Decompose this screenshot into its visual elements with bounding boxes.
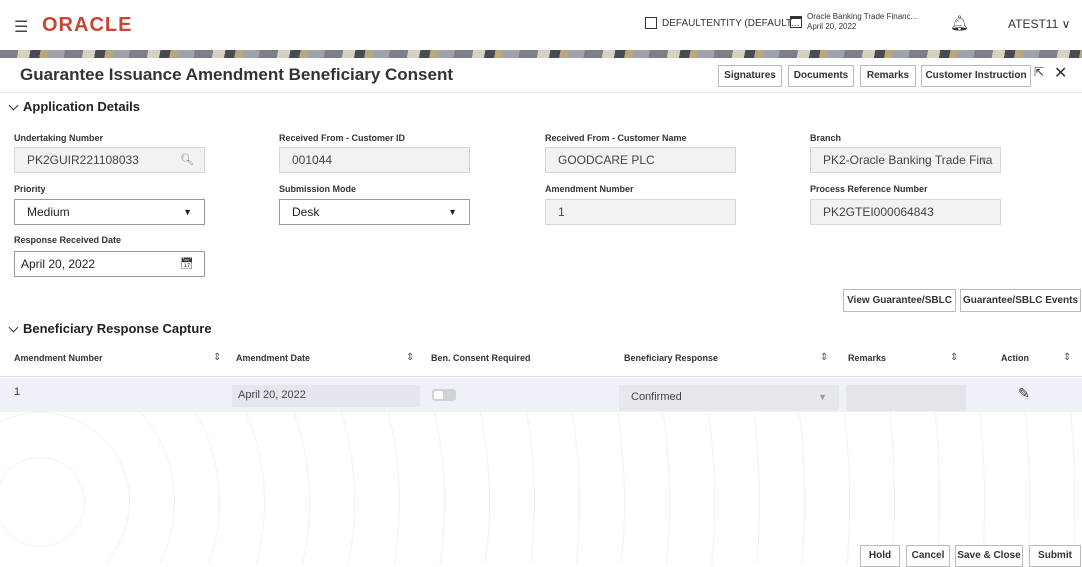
process-reference-field: PK2GTEI000064843	[810, 199, 1001, 225]
submission-mode-value: Desk	[292, 205, 320, 219]
bank-date: April 20, 2022	[807, 22, 857, 31]
beneficiary-response-select[interactable]: Confirmed ▼	[619, 385, 839, 411]
entity-label: DEFAULTENTITY (DEFAULT...	[662, 17, 800, 29]
col-beneficiary-response[interactable]: Beneficiary Response	[624, 353, 718, 363]
undertaking-label: Undertaking Number	[14, 133, 104, 143]
user-menu[interactable]: ATEST11 ∨	[1008, 17, 1070, 31]
customer-instruction-button[interactable]: Customer Instruction	[921, 65, 1031, 87]
oracle-logo: ORACLE	[42, 14, 133, 36]
sort-icon[interactable]: ⇕	[950, 352, 958, 363]
hamburger-icon[interactable]: ☰	[14, 17, 28, 37]
customer-id-value: 001044	[292, 153, 333, 167]
entity-selector[interactable]: DEFAULTENTITY (DEFAULT...	[645, 17, 799, 29]
response-date-label: Response Received Date	[14, 235, 122, 245]
chevron-down-icon: ▼	[448, 207, 457, 217]
bell-icon[interactable]: 🔔︎	[950, 14, 969, 32]
sort-icon[interactable]: ⇕	[406, 352, 414, 363]
customer-name-value: GOODCARE PLC	[558, 153, 655, 167]
response-date-value: April 20, 2022	[21, 257, 96, 271]
beneficiary-response-value: Confirmed	[631, 391, 682, 403]
chevron-down-icon	[8, 100, 19, 110]
undertaking-field: PK2GUIR221108033 🔍︎	[14, 147, 205, 173]
title-bar: Guarantee Issuance Amendment Beneficiary…	[0, 58, 1082, 93]
undertaking-value: PK2GUIR221108033	[27, 153, 139, 167]
user-name: ATEST11	[1008, 17, 1059, 31]
save-close-button[interactable]: Save & Close	[955, 545, 1023, 567]
customer-id-field: 001044	[279, 147, 470, 173]
hold-button[interactable]: Hold	[860, 545, 900, 567]
priority-label: Priority	[14, 184, 46, 194]
amendment-number-field: 1	[545, 199, 736, 225]
submission-mode-label: Submission Mode	[279, 184, 357, 194]
amendment-number-value: 1	[558, 205, 565, 219]
building-icon	[645, 17, 657, 29]
process-reference-value: PK2GTEI000064843	[823, 205, 934, 219]
application-details-title: Application Details	[23, 99, 141, 114]
beneficiary-response-header[interactable]: Beneficiary Response Capture	[8, 321, 212, 336]
chevron-down-icon: ▼	[979, 155, 988, 165]
top-bar: ☰ ORACLE DEFAULTENTITY (DEFAULT... Oracl…	[0, 0, 1082, 51]
cancel-button[interactable]: Cancel	[906, 545, 950, 567]
calendar-icon[interactable]: 📅︎	[180, 252, 194, 276]
bank-selector[interactable]: Oracle Banking Trade Financ... April 20,…	[790, 12, 917, 32]
priority-select[interactable]: Medium ▼	[14, 199, 205, 225]
amendment-number-label: Amendment Number	[545, 184, 634, 194]
chevron-down-icon: ▼	[818, 392, 827, 402]
response-date-field[interactable]: April 20, 2022 📅︎	[14, 251, 205, 277]
col-remarks[interactable]: Remarks	[848, 353, 886, 363]
edit-pencil-icon[interactable]: ✎	[1018, 385, 1030, 402]
application-details-header[interactable]: Application Details	[8, 99, 141, 114]
col-action: Action	[1001, 353, 1029, 363]
beneficiary-response-title: Beneficiary Response Capture	[23, 321, 212, 336]
table-header: Amendment Number ⇕ Amendment Date ⇕ Ben.…	[0, 343, 1082, 377]
customer-name-field: GOODCARE PLC	[545, 147, 736, 173]
col-consent-required: Ben. Consent Required	[431, 353, 531, 363]
col-amendment-number[interactable]: Amendment Number	[14, 353, 103, 363]
guarantee-events-button[interactable]: Guarantee/SBLC Events	[960, 289, 1081, 312]
process-reference-label: Process Reference Number	[810, 184, 928, 194]
documents-button[interactable]: Documents	[788, 65, 854, 87]
chevron-down-icon: ▼	[183, 207, 192, 217]
customer-name-label: Received From - Customer Name	[545, 133, 687, 143]
sort-icon[interactable]: ⇕	[820, 352, 828, 363]
background-pattern	[0, 412, 1082, 563]
collapse-icon[interactable]: ⇱	[1034, 65, 1044, 79]
row-amendment-number: 1	[14, 386, 21, 398]
row-amendment-date: April 20, 2022	[232, 385, 420, 407]
header-banner	[0, 50, 1082, 58]
consent-required-toggle[interactable]	[432, 389, 456, 401]
customer-id-label: Received From - Customer ID	[279, 133, 406, 143]
signatures-button[interactable]: Signatures	[718, 65, 782, 87]
priority-value: Medium	[27, 205, 70, 219]
search-icon[interactable]: 🔍︎	[180, 148, 194, 172]
col-amendment-date[interactable]: Amendment Date	[236, 353, 310, 363]
submission-mode-select[interactable]: Desk ▼	[279, 199, 470, 225]
bank-icon	[790, 16, 802, 28]
table-row[interactable]: 1 April 20, 2022 Confirmed ▼ ✎	[0, 378, 1082, 413]
submit-button[interactable]: Submit	[1029, 545, 1081, 567]
remarks-button[interactable]: Remarks	[860, 65, 916, 87]
page-title: Guarantee Issuance Amendment Beneficiary…	[20, 65, 454, 84]
view-guarantee-button[interactable]: View Guarantee/SBLC	[843, 289, 956, 312]
branch-value: PK2-Oracle Banking Trade Fina	[823, 153, 993, 167]
remarks-input[interactable]	[846, 385, 966, 411]
close-icon[interactable]: ✕	[1054, 63, 1067, 83]
branch-label: Branch	[810, 133, 842, 143]
branch-select: PK2-Oracle Banking Trade Fina ▼	[810, 147, 1001, 173]
bank-name: Oracle Banking Trade Financ...	[807, 12, 918, 21]
sort-icon[interactable]: ⇕	[1063, 352, 1071, 363]
sort-icon[interactable]: ⇕	[213, 352, 221, 363]
chevron-down-icon	[8, 322, 19, 332]
